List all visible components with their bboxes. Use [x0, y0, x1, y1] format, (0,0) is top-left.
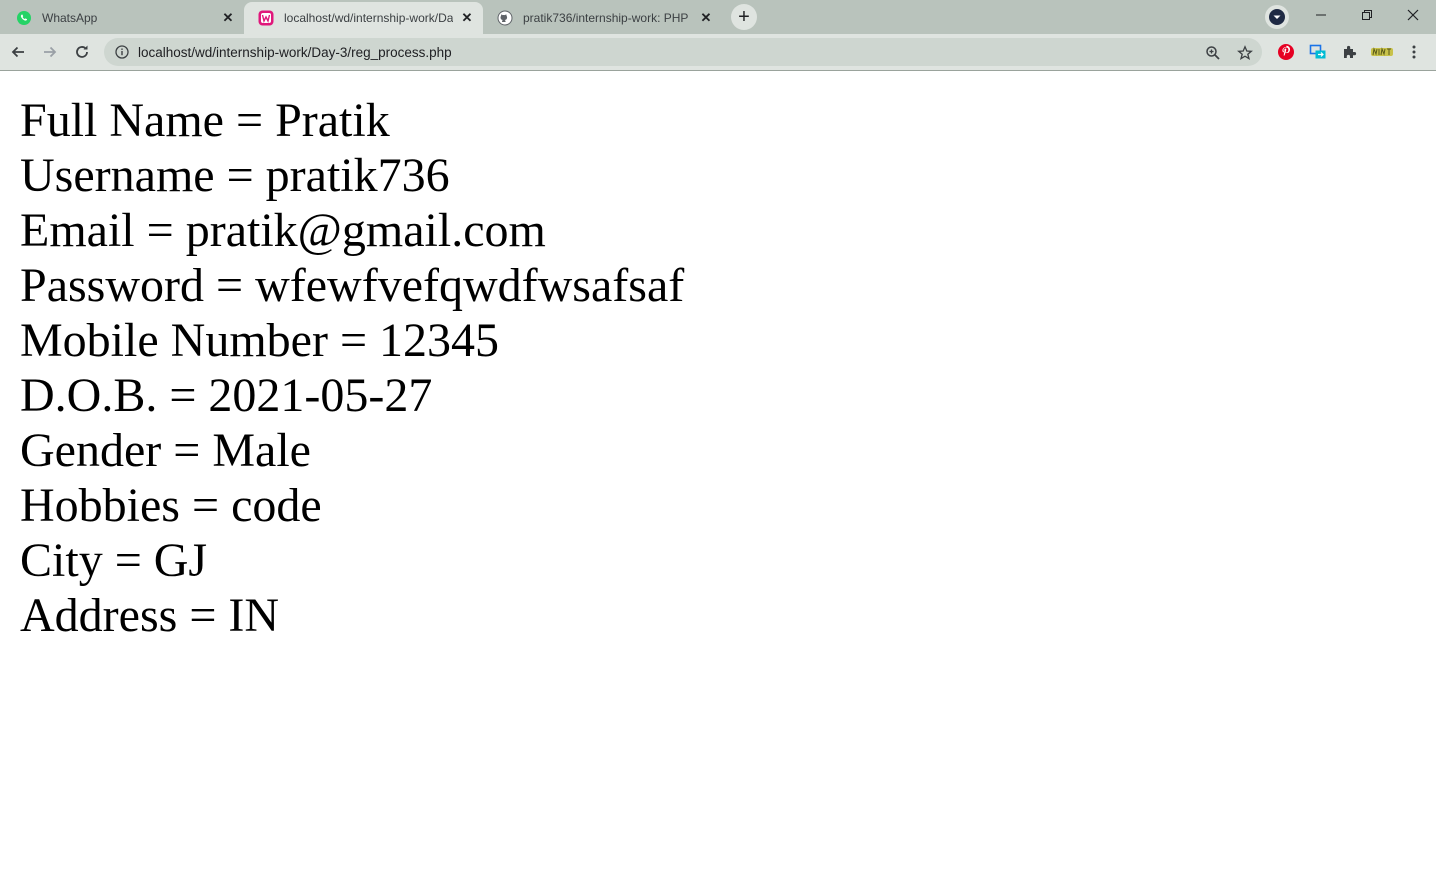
screen-share-icon[interactable]	[1309, 43, 1327, 61]
pinterest-icon[interactable]	[1277, 43, 1295, 61]
username-line: Username = pratik736	[20, 148, 684, 203]
restore-button[interactable]	[1344, 0, 1390, 30]
field-label: Full Name	[20, 94, 224, 147]
field-label: Password	[20, 259, 205, 312]
github-icon	[497, 10, 513, 26]
hobbies-line: Hobbies = code	[20, 478, 684, 533]
field-label: Address	[20, 589, 178, 642]
gender-line: Gender = Male	[20, 423, 684, 478]
info-icon[interactable]	[114, 44, 130, 60]
close-icon[interactable]: ✕	[459, 10, 475, 26]
field-value: pratik736	[265, 149, 450, 202]
browser-toolbar: localhost/wd/internship-work/Day-3/reg_p…	[0, 34, 1436, 71]
close-window-button[interactable]	[1390, 0, 1436, 30]
mobile-number-line: Mobile Number = 12345	[20, 313, 684, 368]
separator: =	[204, 259, 256, 312]
separator: =	[102, 534, 154, 587]
field-value: 2021-05-27	[208, 369, 433, 422]
new-tab-button[interactable]: +	[731, 4, 757, 30]
field-label: D.O.B.	[20, 369, 158, 422]
city-line: City = GJ	[20, 533, 684, 588]
back-button[interactable]	[2, 36, 34, 68]
dob-line: D.O.B. = 2021-05-27	[20, 368, 684, 423]
field-label: City	[20, 534, 103, 587]
full-name-line: Full Name = Pratik	[20, 93, 684, 148]
field-label: Email	[20, 204, 135, 257]
page-viewport: Full Name = Pratik Username = pratik736 …	[0, 71, 1436, 896]
tab-localhost[interactable]: localhost/wd/internship-work/Da ✕	[244, 2, 483, 34]
separator: =	[223, 94, 276, 147]
field-label: Hobbies	[20, 479, 180, 532]
separator: =	[157, 369, 209, 422]
separator: =	[214, 149, 266, 202]
tab-title: pratik736/internship-work: PHP ir	[523, 11, 692, 25]
field-value: wfewfvefqwdfwsafsaf	[255, 259, 685, 312]
field-label: Mobile Number	[20, 314, 328, 367]
address-line: Address = IN	[20, 588, 684, 643]
tab-title: localhost/wd/internship-work/Da	[284, 11, 453, 25]
minimize-button[interactable]	[1298, 0, 1344, 30]
wampserver-icon	[258, 10, 274, 26]
separator: =	[134, 204, 186, 257]
address-bar[interactable]: localhost/wd/internship-work/Day-3/reg_p…	[104, 38, 1262, 66]
separator: =	[327, 314, 380, 367]
tab-strip: WhatsApp ✕ localhost/wd/internship-work/…	[0, 0, 1436, 34]
email-line: Email = pratik@gmail.com	[20, 203, 684, 258]
tab-title: WhatsApp	[42, 11, 98, 25]
field-value: IN	[228, 589, 280, 642]
field-value: code	[231, 479, 322, 532]
reload-icon	[76, 45, 88, 58]
chevron-down-icon	[1269, 9, 1285, 25]
forward-button[interactable]	[34, 36, 66, 68]
whatsapp-icon	[16, 10, 32, 26]
tab-whatsapp[interactable]: WhatsApp ✕	[2, 2, 244, 34]
url-text: localhost/wd/internship-work/Day-3/reg_p…	[138, 44, 452, 60]
separator: =	[177, 589, 229, 642]
close-icon	[1407, 9, 1419, 21]
zoom-icon[interactable]	[1204, 44, 1222, 62]
field-value: Pratik	[275, 94, 390, 147]
field-label: Gender	[20, 424, 162, 477]
plus-icon: +	[738, 6, 750, 28]
field-label: Username	[20, 149, 215, 202]
registration-output: Full Name = Pratik Username = pratik736 …	[20, 93, 684, 643]
field-value: 12345	[379, 314, 500, 367]
password-line: Password = wfewfvefqwdfwsafsaf	[20, 258, 684, 313]
tab-search-button[interactable]	[1265, 5, 1289, 29]
extensions-puzzle-icon[interactable]	[1341, 43, 1359, 61]
field-value: Male	[212, 424, 311, 477]
forward-arrow-icon	[44, 46, 57, 58]
field-value: pratik@gmail.com	[185, 204, 546, 257]
close-icon[interactable]: ✕	[698, 10, 714, 26]
restore-icon	[1362, 10, 1372, 20]
star-icon[interactable]	[1236, 44, 1254, 62]
minimize-icon	[1316, 14, 1326, 16]
close-icon[interactable]: ✕	[220, 10, 236, 26]
tab-github[interactable]: pratik736/internship-work: PHP ir ✕	[483, 2, 722, 34]
netflix-party-icon[interactable]	[1370, 43, 1394, 61]
separator: =	[161, 424, 213, 477]
kebab-menu-icon[interactable]	[1405, 43, 1423, 61]
field-value: GJ	[153, 534, 208, 587]
back-arrow-icon	[11, 46, 24, 58]
reload-button[interactable]	[66, 36, 98, 68]
separator: =	[179, 479, 232, 532]
